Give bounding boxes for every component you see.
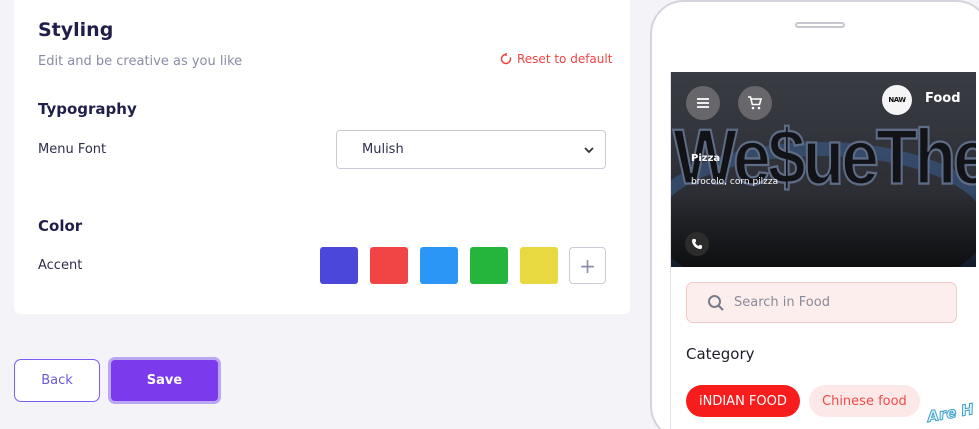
category-heading: Category <box>686 345 755 363</box>
accent-label: Accent <box>38 258 83 273</box>
search-placeholder: Search in Food <box>734 295 830 310</box>
phone-speaker <box>795 22 845 28</box>
accent-swatch-green[interactable] <box>470 247 508 284</box>
typography-heading: Typography <box>38 100 137 118</box>
menu-font-select[interactable]: Mulish <box>336 130 606 169</box>
hero-shade <box>671 192 976 267</box>
chevron-down-icon <box>584 146 594 153</box>
cart-icon <box>748 96 763 110</box>
save-button[interactable]: Save <box>108 357 221 404</box>
menu-button[interactable] <box>686 86 720 120</box>
menu-font-value: Mulish <box>362 142 404 157</box>
featured-item-name: Pizza <box>691 153 721 164</box>
reset-to-default-link[interactable]: Reset to default <box>500 52 612 66</box>
reset-icon <box>500 53 512 65</box>
search-input[interactable]: Search in Food <box>686 282 957 323</box>
accent-swatch-red[interactable] <box>370 247 408 284</box>
accent-swatch-blue[interactable] <box>320 247 358 284</box>
phone-preview-screen: We$ueThem NAW Food Pizza brocolo, corn p… <box>670 72 976 429</box>
add-color-button[interactable]: + <box>569 247 606 284</box>
page-title: Styling <box>38 19 114 41</box>
call-button[interactable] <box>685 232 709 256</box>
menu-font-label: Menu Font <box>38 142 107 157</box>
restaurant-name: Food <box>925 91 961 106</box>
accent-swatch-yellow[interactable] <box>520 247 558 284</box>
menu-icon <box>697 98 709 108</box>
accent-swatch-light-blue[interactable] <box>420 247 458 284</box>
category-chip-chinese-food[interactable]: Chinese food <box>809 385 920 417</box>
category-chip-indian-food[interactable]: iNDIAN FOOD <box>686 385 800 417</box>
cart-button[interactable] <box>738 86 772 120</box>
restaurant-logo: NAW <box>882 85 912 115</box>
featured-item-description: brocolo, corn pilzza <box>691 177 779 187</box>
reset-label: Reset to default <box>517 52 613 66</box>
styling-card: Styling Edit and be creative as you like… <box>14 0 630 314</box>
hero-banner: We$ueThem NAW Food Pizza brocolo, corn p… <box>671 72 976 267</box>
search-icon <box>708 294 724 311</box>
back-button[interactable]: Back <box>14 359 100 402</box>
color-heading: Color <box>38 217 83 235</box>
page-subtitle: Edit and be creative as you like <box>38 54 243 69</box>
phone-icon <box>692 239 702 249</box>
